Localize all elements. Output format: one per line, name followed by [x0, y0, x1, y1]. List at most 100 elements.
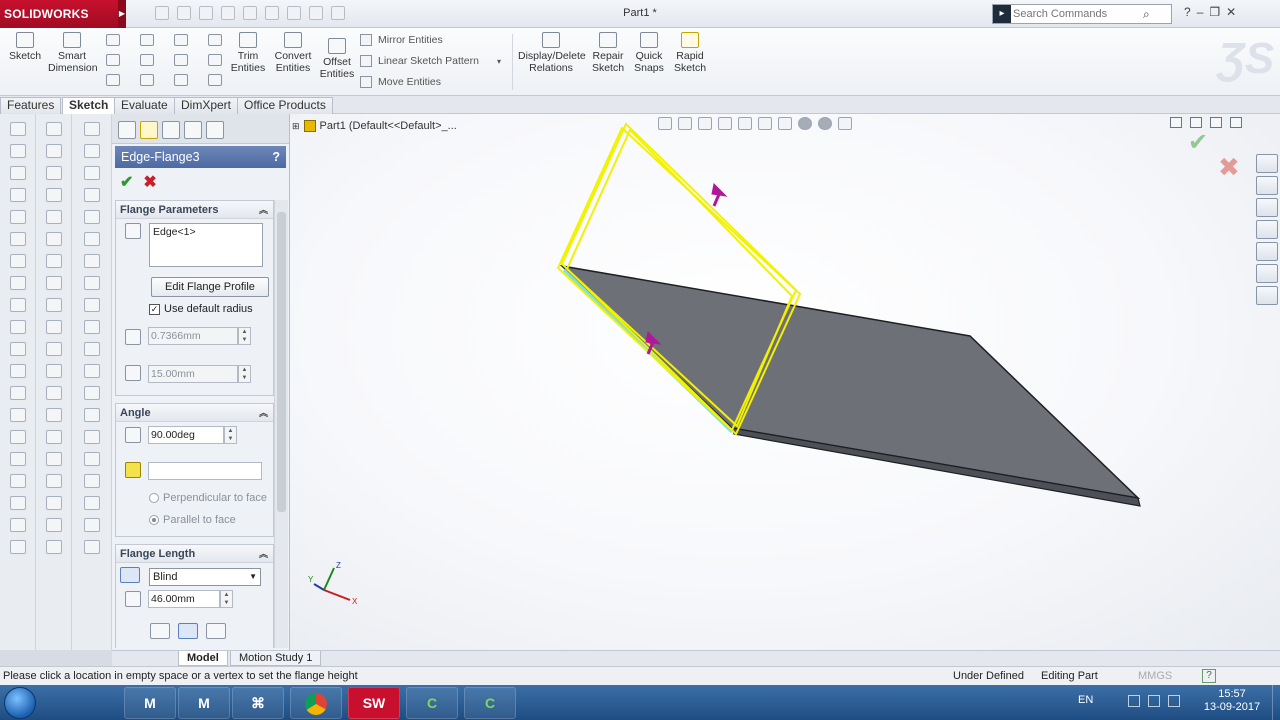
toolbar-icon[interactable]: [9, 254, 26, 268]
flange-drag-handle[interactable]: [711, 182, 728, 207]
toolbar-icon[interactable]: [45, 298, 62, 312]
chevron-down-icon[interactable]: ▾: [497, 57, 501, 66]
toolbar-icon[interactable]: [83, 496, 100, 510]
toolbar-icon[interactable]: [83, 254, 100, 268]
search-icon[interactable]: ⌕: [1143, 7, 1150, 22]
toolbar-icon[interactable]: [83, 320, 100, 334]
toolbar-icon[interactable]: [83, 276, 100, 290]
toolbar-icon[interactable]: [45, 540, 62, 554]
toolbar-icon[interactable]: [45, 254, 62, 268]
collapse-chevron-icon[interactable]: ︽: [259, 545, 268, 563]
toolbar-icon[interactable]: [83, 210, 100, 224]
toolbar-icon[interactable]: [83, 408, 100, 422]
unit-system[interactable]: MMGS: [1138, 667, 1172, 685]
undo-icon[interactable]: [243, 6, 257, 20]
spline-icon[interactable]: [174, 34, 188, 46]
toolbar-icon[interactable]: [45, 364, 62, 378]
search-input[interactable]: [1013, 8, 1143, 20]
quick-snaps-button[interactable]: Quick Snaps: [632, 32, 666, 74]
spin-arrows-icon[interactable]: ▲ ▼: [220, 590, 233, 608]
toolbar-icon[interactable]: [45, 188, 62, 202]
tray-flag-icon[interactable]: [1128, 695, 1140, 707]
toolbar-icon[interactable]: [9, 298, 26, 312]
edge-selection-item[interactable]: Edge<1>: [153, 226, 196, 238]
search-commands-box[interactable]: ▸ ⌕: [992, 4, 1172, 24]
spin-arrows-icon[interactable]: ▲ ▼: [224, 426, 237, 444]
start-button-icon[interactable]: [4, 687, 36, 719]
tab-dimxpert[interactable]: DimXpert: [174, 97, 239, 114]
tab-evaluate[interactable]: Evaluate: [114, 97, 175, 114]
help-icon[interactable]: ?: [272, 146, 280, 168]
spin-arrows-icon[interactable]: ▲ ▼: [238, 365, 251, 383]
gap-distance-field[interactable]: 15.00mm ▲ ▼: [148, 365, 251, 383]
text-icon[interactable]: [208, 54, 222, 66]
taskbar-app-icon[interactable]: M: [124, 687, 176, 719]
volume-icon[interactable]: [1168, 695, 1180, 707]
outer-virtual-sharp-icon[interactable]: [150, 623, 170, 639]
radio-unselected-icon[interactable]: [149, 493, 159, 503]
toolbar-icon[interactable]: [9, 430, 26, 444]
configuration-manager-tab-icon[interactable]: [162, 121, 180, 139]
rapid-sketch-button[interactable]: Rapid Sketch: [672, 32, 708, 74]
toolbar-icon[interactable]: [83, 518, 100, 532]
mirror-entities-button[interactable]: Mirror Entities: [360, 34, 443, 46]
toolbar-icon[interactable]: [45, 144, 62, 158]
file-properties-icon[interactable]: [309, 6, 323, 20]
tangent-bend-icon[interactable]: [206, 623, 226, 639]
restore-icon[interactable]: ❐: [1209, 5, 1220, 19]
toolbar-icon[interactable]: [83, 364, 100, 378]
rectangle-sketch-icon[interactable]: [208, 34, 222, 46]
ok-checkmark-icon[interactable]: ✔: [120, 172, 133, 191]
edge-selection-box[interactable]: Edge<1>: [149, 223, 263, 267]
toolbar-icon[interactable]: [9, 386, 26, 400]
parallel-to-face-radio[interactable]: Parallel to face: [149, 514, 236, 526]
print-icon[interactable]: [221, 6, 235, 20]
sheet-metal-base-face[interactable]: [559, 264, 1141, 500]
tab-model[interactable]: Model: [178, 651, 228, 666]
toolbar-icon[interactable]: [83, 540, 100, 554]
group-header[interactable]: Flange Parameters ︽: [116, 201, 273, 219]
radio-selected-icon[interactable]: [149, 515, 159, 525]
taskbar-app-icon[interactable]: M: [178, 687, 230, 719]
tab-features[interactable]: Features: [0, 97, 62, 114]
toolbar-icon[interactable]: [9, 122, 26, 136]
graphics-area[interactable]: ⊞ Part1 (Default<<Default>_... ✔ ✖ X Z Y: [290, 114, 1280, 650]
pm-scrollbar[interactable]: [274, 200, 288, 648]
toolbar-icon[interactable]: [45, 166, 62, 180]
toolbar-icon[interactable]: [45, 496, 62, 510]
solidworks-logo[interactable]: SOLIDWORKS: [0, 0, 126, 28]
options-icon[interactable]: [331, 6, 345, 20]
rebuild-icon[interactable]: [287, 6, 301, 20]
edit-flange-profile-button[interactable]: Edit Flange Profile: [151, 277, 269, 297]
clock[interactable]: 15:57 13-09-2017: [1202, 688, 1262, 714]
convert-entities-button[interactable]: Convert Entities: [272, 32, 314, 74]
toolbar-icon[interactable]: [9, 364, 26, 378]
linear-sketch-pattern-button[interactable]: Linear Sketch Pattern ▾: [360, 55, 501, 67]
display-delete-relations-button[interactable]: Display/Delete Relations: [518, 32, 586, 74]
toolbar-icon[interactable]: [45, 386, 62, 400]
arc-icon[interactable]: [140, 54, 154, 66]
toolbar-icon[interactable]: [45, 452, 62, 466]
toolbar-icon[interactable]: [45, 232, 62, 246]
camtasia-taskbar-icon[interactable]: C: [406, 687, 458, 719]
model-viewport[interactable]: [290, 114, 1280, 650]
toolbar-icon[interactable]: [45, 276, 62, 290]
toolbar-icon[interactable]: [9, 518, 26, 532]
help-icon[interactable]: ?: [1184, 5, 1191, 19]
group-header[interactable]: Angle ︽: [116, 404, 273, 422]
checkbox-checked-icon[interactable]: ✓: [149, 303, 160, 315]
tab-motion-study[interactable]: Motion Study 1: [230, 651, 322, 666]
toolbar-icon[interactable]: [9, 408, 26, 422]
toolbar-icon[interactable]: [9, 210, 26, 224]
inner-virtual-sharp-icon[interactable]: [178, 623, 198, 639]
toolbar-icon[interactable]: [45, 320, 62, 334]
chrome-taskbar-icon[interactable]: [290, 687, 342, 719]
toolbar-icon[interactable]: [9, 474, 26, 488]
fillet-icon[interactable]: [174, 54, 188, 66]
repair-sketch-button[interactable]: Repair Sketch: [590, 32, 626, 74]
menu-arrow-icon[interactable]: ▶: [118, 0, 126, 28]
toolbar-icon[interactable]: [45, 122, 62, 136]
toolbar-icon[interactable]: [45, 474, 62, 488]
toolbar-icon[interactable]: [83, 122, 100, 136]
toolbar-icon[interactable]: [9, 342, 26, 356]
